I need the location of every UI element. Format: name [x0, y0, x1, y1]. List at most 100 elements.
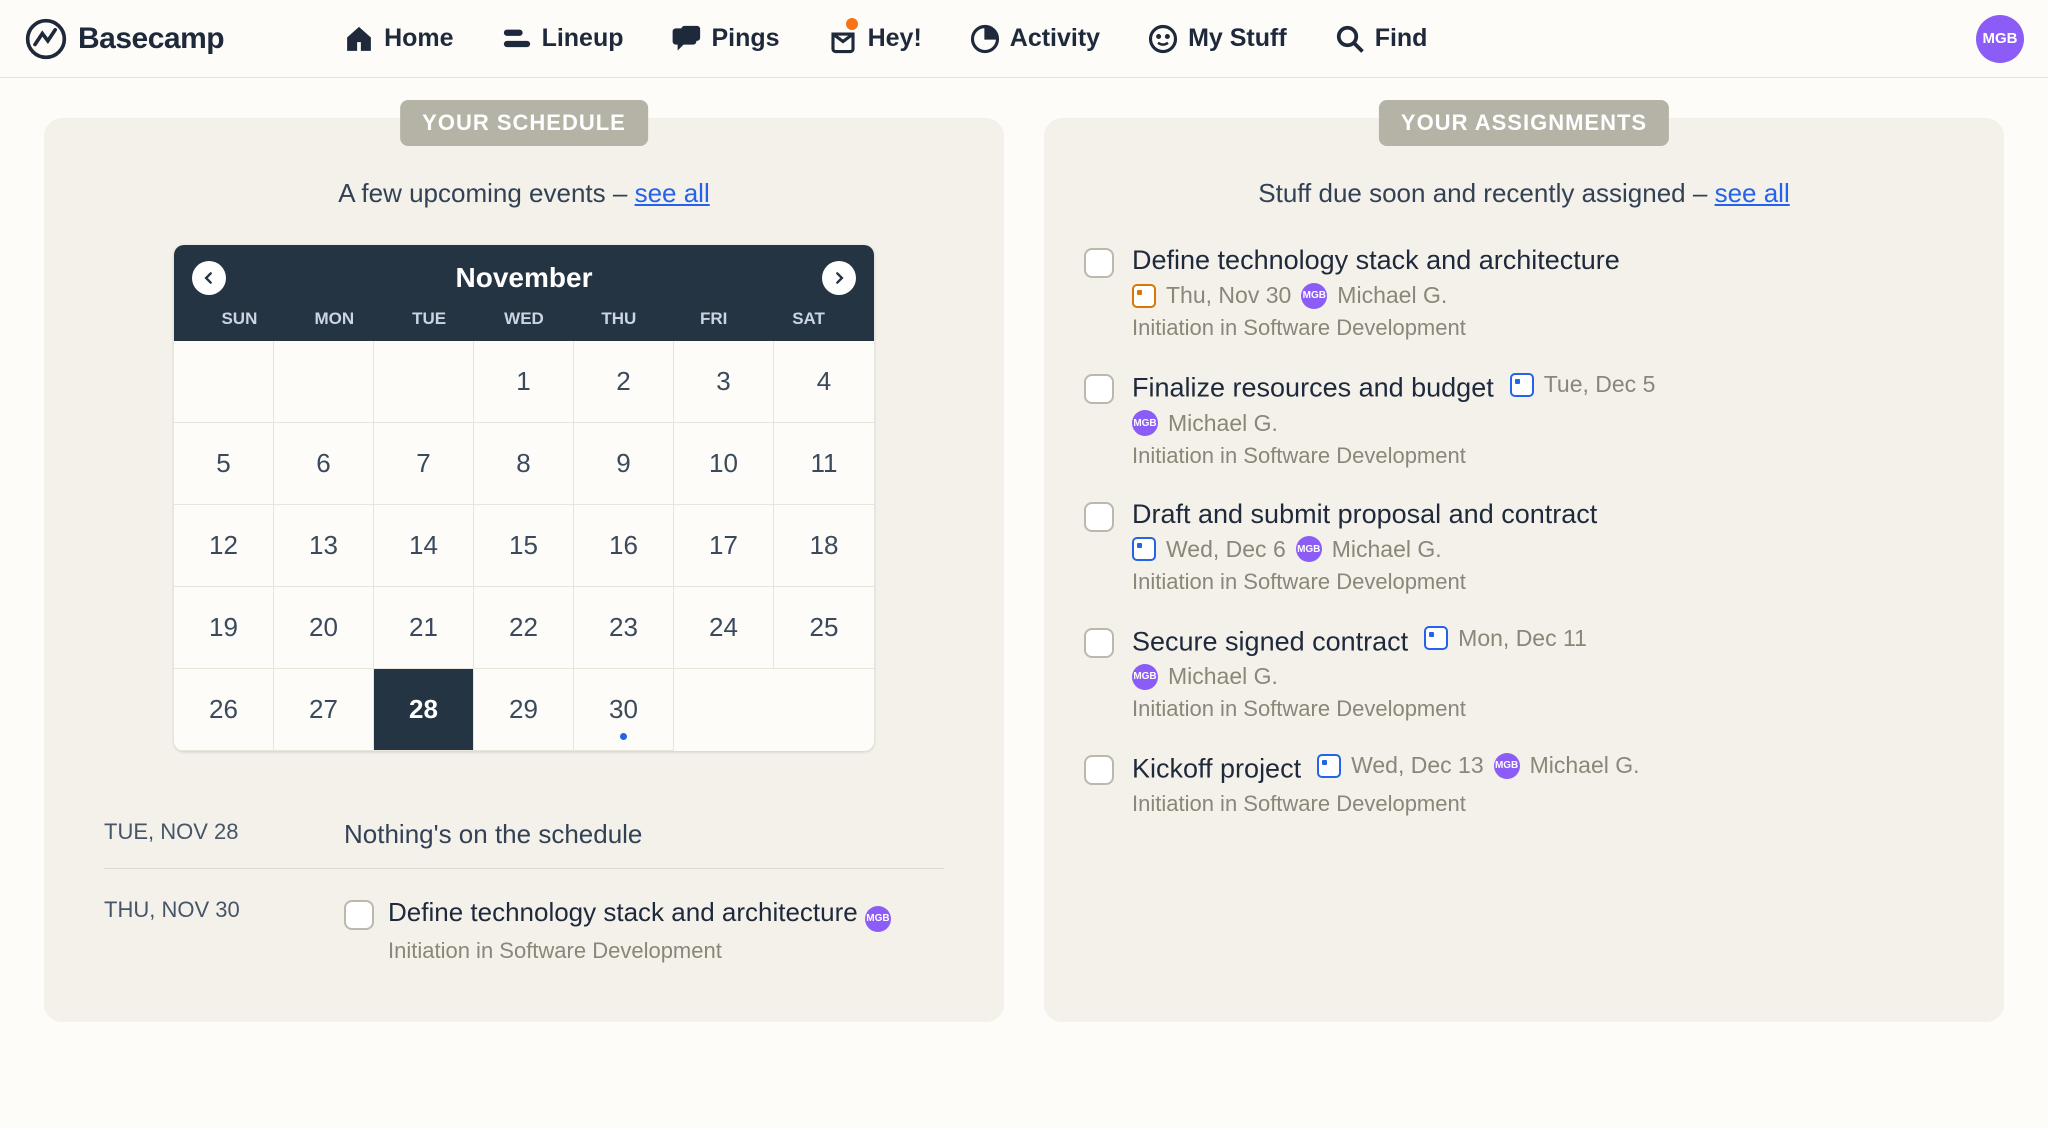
brand-logo[interactable]: Basecamp: [24, 17, 224, 61]
nav-lineup-label: Lineup: [542, 24, 624, 53]
calendar-day[interactable]: 13: [274, 505, 374, 587]
calendar-day[interactable]: 16: [574, 505, 674, 587]
assignment-title[interactable]: Define technology stack and architecture: [1132, 245, 1620, 275]
assignment-subline: Initiation in Software Development: [1132, 791, 1640, 817]
calendar-day[interactable]: 3: [674, 341, 774, 423]
calendar-day[interactable]: 8: [474, 423, 574, 505]
calendar-day[interactable]: 28: [374, 669, 474, 751]
nav-pings[interactable]: Pings: [672, 24, 780, 54]
agenda-date: THU, NOV 30: [104, 897, 304, 923]
assignment-item: Define technology stack and architecture…: [1084, 245, 1964, 341]
nav-find[interactable]: Find: [1335, 24, 1428, 54]
calendar-next-button[interactable]: [822, 261, 856, 295]
agenda-list: TUE, NOV 28 Nothing's on the schedule THU,…: [84, 791, 964, 982]
profile-avatar[interactable]: MGB: [1976, 15, 2024, 63]
calendar-day[interactable]: 29: [474, 669, 574, 751]
agenda-item-checkbox[interactable]: [344, 900, 374, 930]
calendar-day[interactable]: 20: [274, 587, 374, 669]
calendar-weekday: TUE: [382, 309, 477, 329]
assignment-title[interactable]: Kickoff project: [1132, 754, 1301, 784]
assignment-title[interactable]: Finalize resources and budget: [1132, 373, 1494, 403]
agenda-item-title[interactable]: Define technology stack and architecture: [388, 897, 865, 927]
calendar-day[interactable]: 25: [774, 587, 874, 669]
calendar-day[interactable]: 30: [574, 669, 674, 751]
assignment-checkbox[interactable]: [1084, 374, 1114, 404]
assignee-avatar: MGB: [1301, 283, 1327, 309]
assignee-avatar: MGB: [865, 906, 891, 932]
calendar-day[interactable]: 10: [674, 423, 774, 505]
calendar-day[interactable]: 5: [174, 423, 274, 505]
nav-lineup[interactable]: Lineup: [502, 24, 624, 54]
calendar-day[interactable]: 23: [574, 587, 674, 669]
assignment-due-date: Tue, Dec 5: [1544, 371, 1656, 398]
calendar-day[interactable]: 12: [174, 505, 274, 587]
nav-home[interactable]: Home: [344, 24, 453, 54]
assignee-name: Michael G.: [1337, 282, 1447, 309]
calendar-day[interactable]: 14: [374, 505, 474, 587]
assignment-checkbox[interactable]: [1084, 755, 1114, 785]
calendar-day[interactable]: 4: [774, 341, 874, 423]
pings-icon: [672, 24, 702, 54]
assignment-item: Kickoff projectWed, Dec 13MGBMichael G.I…: [1084, 752, 1964, 817]
agenda-item-subline: Initiation in Software Development: [388, 938, 891, 964]
calendar-weekday: SUN: [192, 309, 287, 329]
nav-hey[interactable]: Hey!: [828, 24, 922, 54]
assignments-see-all-link[interactable]: see all: [1715, 178, 1790, 208]
calendar-day[interactable]: 18: [774, 505, 874, 587]
agenda-empty-text: Nothing's on the schedule: [344, 819, 642, 850]
nav-find-label: Find: [1375, 24, 1428, 53]
calendar-empty-cell: [374, 341, 474, 423]
assignment-title[interactable]: Secure signed contract: [1132, 626, 1408, 656]
assignments-list: Define technology stack and architecture…: [1084, 245, 1964, 817]
calendar-day[interactable]: 26: [174, 669, 274, 751]
hey-notification-dot: [846, 18, 858, 30]
assignment-subline: Initiation in Software Development: [1132, 696, 1587, 722]
find-icon: [1335, 24, 1365, 54]
calendar-day[interactable]: 6: [274, 423, 374, 505]
schedule-see-all-link[interactable]: see all: [635, 178, 710, 208]
calendar-day[interactable]: 15: [474, 505, 574, 587]
nav-activity[interactable]: Activity: [970, 24, 1100, 54]
calendar-day[interactable]: 22: [474, 587, 574, 669]
assignment-checkbox[interactable]: [1084, 628, 1114, 658]
calendar-day[interactable]: 17: [674, 505, 774, 587]
assignee-name: Michael G.: [1530, 752, 1640, 779]
assignment-title[interactable]: Draft and submit proposal and contract: [1132, 499, 1597, 529]
assignee-name: Michael G.: [1168, 410, 1278, 437]
nav-home-label: Home: [384, 24, 453, 53]
top-nav: Basecamp Home Lineup Pings Hey! Activity…: [0, 0, 2048, 78]
nav-items: Home Lineup Pings Hey! Activity My Stuff…: [344, 24, 1427, 54]
calendar-day[interactable]: 21: [374, 587, 474, 669]
assignment-subline: Initiation in Software Development: [1132, 569, 1597, 595]
due-date-icon: [1424, 626, 1448, 650]
schedule-panel: YOUR SCHEDULE A few upcoming events – se…: [44, 118, 1004, 1022]
assignee-name: Michael G.: [1168, 663, 1278, 690]
calendar-grid: 1234567891011121314151617181920212223242…: [174, 341, 874, 751]
nav-my-stuff-label: My Stuff: [1188, 24, 1287, 53]
calendar-month-label: November: [456, 262, 593, 294]
calendar-day[interactable]: 2: [574, 341, 674, 423]
due-date-icon: [1132, 537, 1156, 561]
agenda-date: TUE, NOV 28: [104, 819, 304, 845]
calendar-day[interactable]: 1: [474, 341, 574, 423]
calendar-prev-button[interactable]: [192, 261, 226, 295]
nav-my-stuff[interactable]: My Stuff: [1148, 24, 1287, 54]
due-date-icon: [1317, 754, 1341, 778]
calendar-empty-cell: [274, 341, 374, 423]
assignment-item: Secure signed contractMon, Dec 11MGBMich…: [1084, 625, 1964, 723]
calendar-day[interactable]: 9: [574, 423, 674, 505]
assignments-panel: YOUR ASSIGNMENTS Stuff due soon and rece…: [1044, 118, 2004, 1022]
calendar-day[interactable]: 24: [674, 587, 774, 669]
assignment-checkbox[interactable]: [1084, 248, 1114, 278]
assignment-checkbox[interactable]: [1084, 502, 1114, 532]
nav-hey-label: Hey!: [868, 24, 922, 53]
assignee-avatar: MGB: [1494, 753, 1520, 779]
nav-pings-label: Pings: [712, 24, 780, 53]
calendar-day[interactable]: 11: [774, 423, 874, 505]
calendar-day[interactable]: 19: [174, 587, 274, 669]
lineup-icon: [502, 24, 532, 54]
agenda-row: THU, NOV 30 Define technology stack and a…: [104, 868, 944, 982]
calendar-day[interactable]: 27: [274, 669, 374, 751]
calendar-day[interactable]: 7: [374, 423, 474, 505]
assignment-subline: Initiation in Software Development: [1132, 315, 1620, 341]
